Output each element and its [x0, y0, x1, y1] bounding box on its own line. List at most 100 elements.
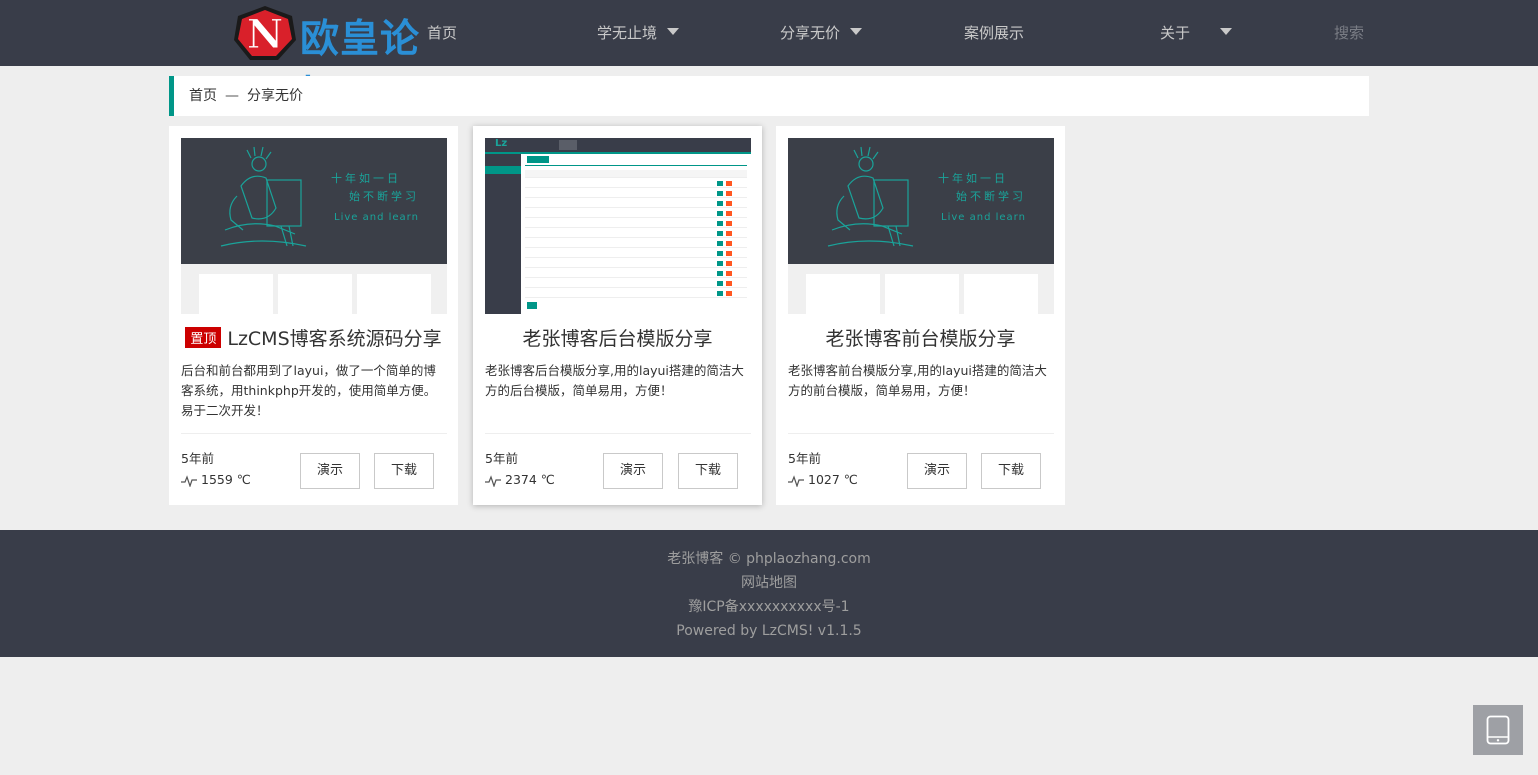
post-views-count: 1027 ℃ [808, 472, 858, 487]
thumb-admin-row [525, 180, 747, 188]
thumb-box [806, 274, 880, 314]
footer-copyright[interactable]: 老张博客 © phplaozhang.com [0, 547, 1538, 571]
nav-about[interactable]: 关于 [1160, 0, 1233, 66]
nav-study-label: 学无止境 [597, 24, 658, 42]
thumb-admin-row [525, 280, 747, 288]
thumb-text-line1: 十年如一日 [331, 172, 401, 185]
pulse-icon [181, 474, 197, 488]
caret-down-icon [1220, 28, 1233, 35]
thumb-admin-row [525, 290, 747, 298]
post-views-count: 2374 ℃ [505, 472, 555, 487]
thumb-box [885, 274, 959, 314]
site-footer: 老张博客 © phplaozhang.com 网站地图 豫ICP备xxxxxxx… [0, 530, 1538, 657]
thumb-text-line3: Live and learn [941, 212, 1026, 223]
thumb-box [278, 274, 352, 314]
thumb-admin-row [525, 240, 747, 248]
post-card: 十年如一日 始不断学习 Live and learn 老张博客前台模版分享 老张… [776, 126, 1065, 505]
post-card: 十年如一日 始不断学习 Live and learn 置顶 LzCMS博客系统源码… [169, 126, 458, 505]
footer-icp[interactable]: 豫ICP备xxxxxxxxxx号-1 [0, 595, 1538, 619]
tablet-icon [1486, 715, 1510, 745]
post-date: 5年前 [788, 451, 821, 466]
post-card: Lz 老张博客后台模版分享 老张博客后台模版分享,用的layui搭建的简洁大方的… [473, 126, 762, 505]
thumb-admin-header [485, 138, 751, 152]
post-date: 5年前 [485, 451, 518, 466]
nav-cases[interactable]: 案例展示 [964, 0, 1024, 66]
demo-button[interactable]: 演示 [603, 453, 663, 489]
thumb-admin-row [525, 220, 747, 228]
thumb-admin-line [525, 165, 747, 166]
nav-search-label: 搜索 [1334, 24, 1365, 42]
thumb-admin-row [525, 230, 747, 238]
nav-home-label: 首页 [427, 24, 458, 42]
caret-down-icon [850, 28, 863, 35]
breadcrumb: 首页 — 分享无价 [169, 76, 1369, 116]
post-views-count: 1559 ℃ [201, 472, 251, 487]
post-thumbnail[interactable]: 十年如一日 始不断学习 Live and learn [181, 138, 447, 314]
top-navbar: N 欧皇论坛 首页 学无止境 分享无价 案例展示 关于 搜索 [0, 0, 1538, 118]
thumb-box [964, 274, 1038, 314]
post-title-text: LzCMS博客系统源码分享 [227, 328, 442, 350]
thumb-admin-row [525, 170, 747, 178]
demo-button[interactable]: 演示 [907, 453, 967, 489]
thumb-box [357, 274, 431, 314]
download-button[interactable]: 下载 [678, 453, 738, 489]
thumb-admin-row [525, 210, 747, 218]
post-title-text: 老张博客前台模版分享 [825, 328, 1016, 350]
thumb-text-line2: 始不断学习 [956, 190, 1026, 203]
post-thumbnail[interactable]: 十年如一日 始不断学习 Live and learn [788, 138, 1054, 314]
nav-about-label: 关于 [1160, 24, 1191, 42]
post-title[interactable]: 老张博客后台模版分享 [473, 324, 762, 351]
card-divider [485, 433, 751, 434]
sticky-badge: 置顶 [185, 327, 222, 348]
nav-share-label: 分享无价 [780, 24, 841, 42]
post-views: 1559 ℃ [181, 472, 251, 488]
site-logo[interactable]: N 欧皇论坛 [230, 4, 445, 118]
download-button[interactable]: 下载 [981, 453, 1041, 489]
thumb-box [199, 274, 273, 314]
post-thumbnail[interactable]: Lz [485, 138, 751, 314]
footer-powered[interactable]: Powered by LzCMS! v1.1.5 [0, 619, 1538, 643]
thumb-admin-row [525, 200, 747, 208]
thumb-admin-row [525, 270, 747, 278]
post-views: 2374 ℃ [485, 472, 555, 488]
nav-home[interactable]: 首页 [427, 0, 457, 66]
thumb-admin-sidebar [485, 154, 521, 314]
nav-cases-label: 案例展示 [964, 24, 1025, 42]
thumb-admin-button [527, 302, 537, 309]
demo-button[interactable]: 演示 [300, 453, 360, 489]
thumb-hero: 十年如一日 始不断学习 Live and learn [181, 138, 447, 264]
post-title[interactable]: 置顶 LzCMS博客系统源码分享 [169, 324, 458, 351]
thumb-admin-tab [559, 140, 577, 150]
footer-sitemap-link[interactable]: 网站地图 [0, 571, 1538, 595]
post-title-text: 老张博客后台模版分享 [522, 328, 713, 350]
download-button[interactable]: 下载 [374, 453, 434, 489]
thumb-admin-row [525, 190, 747, 198]
thumb-admin-logo: Lz [495, 138, 508, 149]
nav-study[interactable]: 学无止境 [597, 0, 680, 66]
card-divider [181, 433, 447, 434]
thumb-text-line3: Live and learn [334, 212, 419, 223]
post-description: 老张博客前台模版分享,用的layui搭建的简洁大方的前台模版，简单易用，方便！ [788, 363, 1047, 398]
post-description: 后台和前台都用到了layui，做了一个简单的博客系统，用thinkphp开发的，… [181, 363, 437, 418]
mobile-view-button[interactable] [1473, 705, 1523, 755]
svg-text:N: N [247, 11, 284, 58]
nav-share[interactable]: 分享无价 [780, 0, 863, 66]
pulse-icon [788, 474, 804, 488]
thumb-admin-button [527, 156, 549, 163]
breadcrumb-home[interactable]: 首页 [189, 88, 217, 104]
pulse-icon [485, 474, 501, 488]
post-views: 1027 ℃ [788, 472, 858, 488]
thumb-text-line2: 始不断学习 [349, 190, 419, 203]
logo-emblem-icon: N [234, 6, 296, 60]
nav-search[interactable]: 搜索 [1334, 0, 1364, 66]
breadcrumb-separator: — [225, 88, 239, 104]
thumb-text-line1: 十年如一日 [938, 172, 1008, 185]
post-description: 老张博客后台模版分享,用的layui搭建的简洁大方的后台模版，简单易用，方便！ [485, 363, 744, 398]
post-title[interactable]: 老张博客前台模版分享 [776, 324, 1065, 351]
card-divider [788, 433, 1054, 434]
thumb-hero: 十年如一日 始不断学习 Live and learn [788, 138, 1054, 264]
breadcrumb-current: 分享无价 [247, 88, 303, 104]
thumb-admin-row [525, 250, 747, 258]
thumb-admin-row [525, 260, 747, 268]
post-date: 5年前 [181, 451, 214, 466]
